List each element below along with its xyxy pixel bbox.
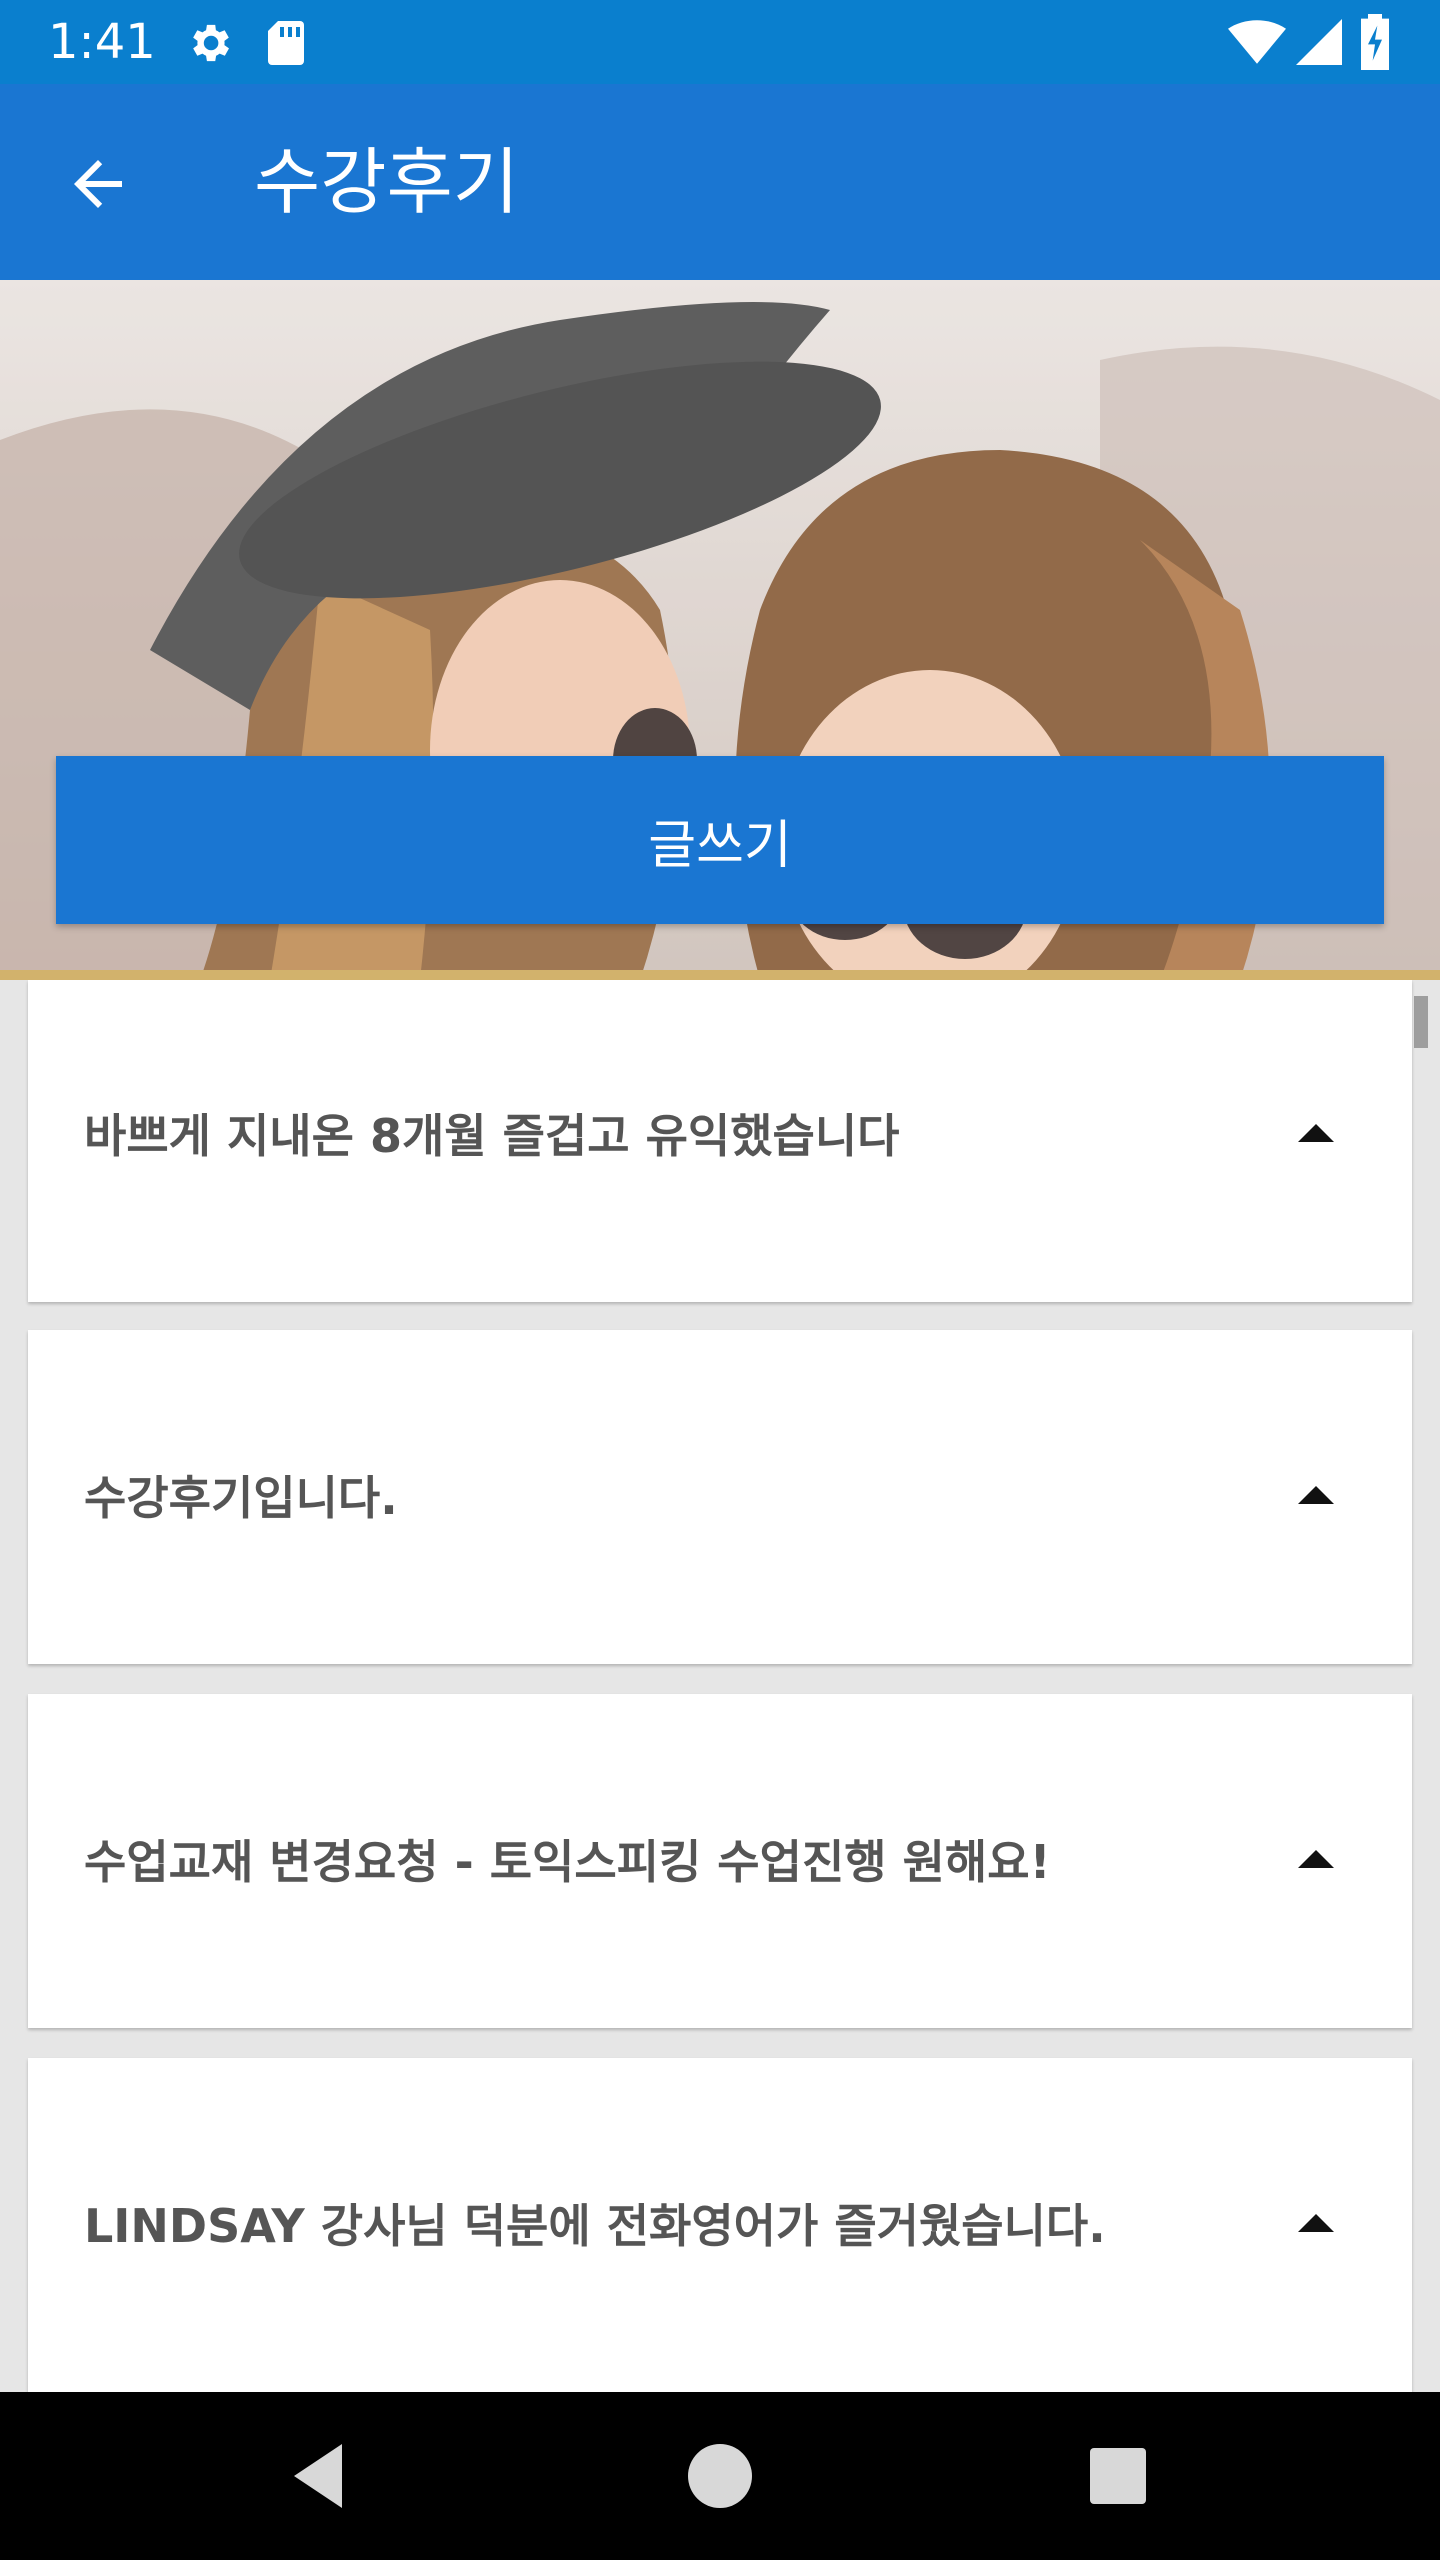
expand-arrow-icon[interactable] — [1298, 1486, 1334, 1504]
sd-card-icon — [268, 21, 304, 65]
arrow-left-icon[interactable] — [62, 148, 134, 220]
review-title: LINDSAY 강사님 덕분에 전화영어가 즐거웠습니다. — [84, 2199, 1106, 2253]
recents-square-icon[interactable] — [1078, 2436, 1158, 2516]
review-list[interactable]: 바쁘게 지내온 8개월 즐겁고 유익했습니다 수강후기입니다. 수업교재 변경요… — [0, 980, 1440, 2392]
status-time: 1:41 — [48, 14, 156, 70]
review-card[interactable]: 바쁘게 지내온 8개월 즐겁고 유익했습니다 — [28, 980, 1412, 1302]
signal-icon — [1296, 19, 1342, 65]
home-circle-icon[interactable] — [680, 2436, 760, 2516]
review-title: 바쁘게 지내온 8개월 즐겁고 유익했습니다 — [84, 1109, 900, 1163]
review-title: 수강후기입니다. — [84, 1471, 398, 1525]
page-title: 수강후기 — [254, 140, 519, 224]
review-title: 수업교재 변경요청 - 토익스피킹 수업진행 원해요! — [84, 1835, 1051, 1889]
status-bar: 1:41 — [0, 0, 1440, 84]
app-bar: 수강후기 — [0, 84, 1440, 280]
expand-arrow-icon[interactable] — [1298, 2214, 1334, 2232]
expand-arrow-icon[interactable] — [1298, 1850, 1334, 1868]
scrollbar-thumb[interactable] — [1414, 996, 1428, 1048]
review-card[interactable]: 수업교재 변경요청 - 토익스피킹 수업진행 원해요! — [28, 1694, 1412, 2028]
system-nav-bar — [0, 2392, 1440, 2560]
expand-arrow-icon[interactable] — [1298, 1124, 1334, 1142]
back-triangle-icon[interactable] — [278, 2436, 358, 2516]
settings-icon — [193, 24, 229, 62]
review-card[interactable]: LINDSAY 강사님 덕분에 전화영어가 즐거웠습니다. — [28, 2058, 1412, 2392]
battery-charging-icon — [1361, 14, 1389, 70]
write-button[interactable]: 글쓰기 — [56, 756, 1384, 924]
review-card[interactable]: 수강후기입니다. — [28, 1330, 1412, 1664]
wifi-icon — [1228, 20, 1286, 64]
